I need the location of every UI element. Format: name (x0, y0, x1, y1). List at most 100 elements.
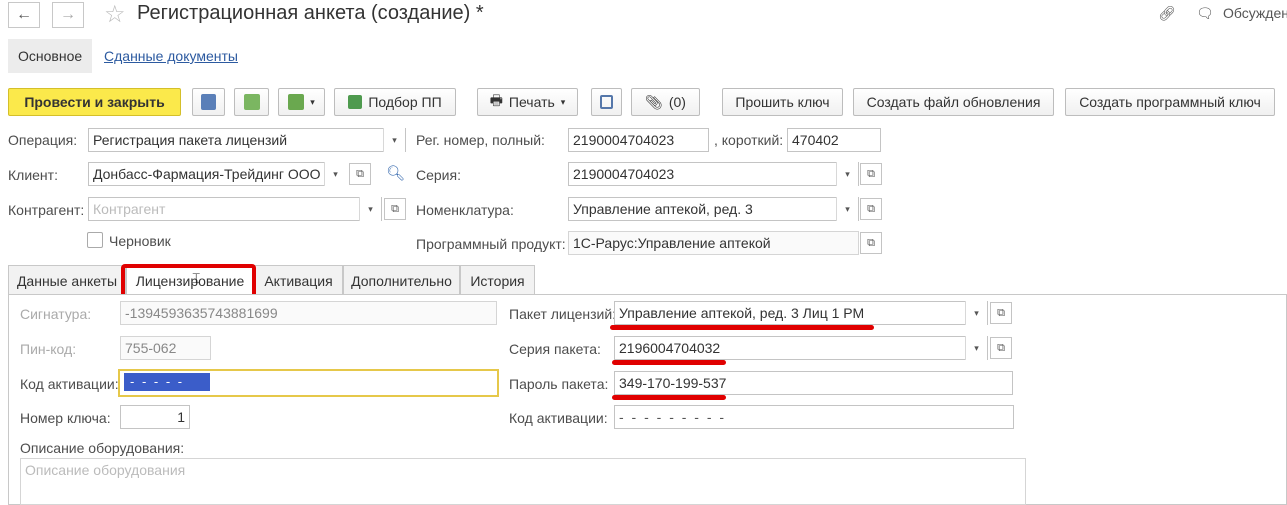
package-series-value: 2196004704032 (619, 340, 721, 356)
package-series-open-button[interactable]: ⧉ (990, 337, 1012, 359)
structure-button[interactable] (591, 88, 622, 116)
open-copy-icon: ⧉ (356, 167, 364, 180)
operation-field[interactable]: Регистрация пакета лицензий (88, 128, 406, 152)
client-value: Донбасс-Фармация-Трейдинг ООО (93, 166, 321, 182)
activation-code-label: Код активации: (20, 376, 119, 392)
attachments-button[interactable]: 📎︎ (0) (631, 88, 700, 116)
search-icon[interactable]: 🔍︎ (386, 164, 405, 182)
flash-key-button[interactable]: Прошить ключ (722, 88, 843, 116)
hierarchy-icon (600, 95, 613, 109)
draft-checkbox[interactable] (87, 232, 103, 248)
tab-highlight-frame (121, 264, 256, 298)
series-dropdown[interactable]: ▾ (836, 162, 858, 186)
package-field[interactable]: Управление аптекой, ред. 3 Лиц 1 РМ (614, 301, 988, 325)
chevron-down-icon: ▾ (368, 203, 373, 214)
reg-short-label: , короткий: (714, 132, 784, 148)
print-label: Печать (508, 94, 555, 110)
tab-additional[interactable]: Дополнительно (343, 265, 460, 295)
open-copy-icon: ⧉ (867, 202, 875, 215)
favorite-star-icon[interactable]: ☆ (104, 0, 126, 29)
contractor-open-button[interactable]: ⧉ (384, 198, 406, 220)
pick-icon (348, 95, 363, 109)
package-dropdown[interactable]: ▾ (965, 301, 987, 325)
discussion-label[interactable]: Обсужден (1223, 5, 1287, 21)
tab-activation[interactable]: Активация (254, 265, 343, 295)
reg-short-value: 470402 (792, 132, 839, 148)
equipment-placeholder: Описание оборудования (25, 462, 186, 478)
link-icon[interactable]: 🔗︎ (1158, 5, 1176, 22)
activation-code2-field[interactable]: - - - - - - - - - (614, 405, 1014, 429)
reg-full-value: 2190004704023 (573, 132, 675, 148)
reg-short-field[interactable]: 470402 (787, 128, 881, 152)
package-password-field[interactable]: 349-170-199-537 (614, 371, 1013, 395)
forward-button[interactable]: → (52, 2, 84, 28)
key-number-label: Номер ключа: (20, 410, 111, 426)
nomenclature-label: Номенклатура: (416, 202, 514, 218)
floppy-disk-icon (201, 94, 216, 110)
post-and-close-button[interactable]: Провести и закрыть (8, 88, 181, 116)
package-series-dropdown[interactable]: ▾ (965, 336, 987, 360)
nomenclature-value: Управление аптекой, ред. 3 (573, 201, 753, 217)
package-password-underline-annotation (612, 395, 726, 400)
nomenclature-field[interactable]: Управление аптекой, ред. 3 (568, 197, 859, 221)
create-update-file-button[interactable]: Создать файл обновления (853, 88, 1054, 116)
package-open-button[interactable]: ⧉ (990, 302, 1012, 324)
open-copy-icon: ⧉ (997, 341, 1005, 354)
section-tab-submitted-docs[interactable]: Сданные документы (104, 39, 238, 73)
back-button[interactable]: ← (8, 2, 40, 28)
package-password-label: Пароль пакета: (509, 376, 609, 392)
chevron-down-icon: ▾ (333, 168, 338, 179)
series-open-button[interactable]: ⧉ (860, 163, 882, 185)
print-button[interactable]: 🖶︎ Печать ▾ (477, 88, 578, 116)
printer-icon: 🖶︎ (489, 92, 503, 108)
product-open-button[interactable]: ⧉ (860, 232, 882, 254)
client-dropdown[interactable]: ▾ (324, 162, 346, 186)
package-series-field[interactable]: 2196004704032 (614, 336, 988, 360)
chevron-down-icon: ▾ (845, 168, 850, 179)
activation-code-value: - - - - - (124, 373, 210, 391)
product-label: Программный продукт: (416, 236, 566, 252)
signature-value: -1394593635743881699 (125, 305, 278, 321)
create-based-on-button[interactable]: ▾ (278, 88, 325, 116)
create-based-icon (288, 94, 305, 110)
series-field[interactable]: 2190004704023 (568, 162, 859, 186)
window-title: Регистрационная анкета (создание) * (137, 2, 484, 24)
pin-value: 755-062 (125, 340, 177, 356)
pin-label: Пин-код: (20, 341, 77, 357)
discussion-icon[interactable]: 🗨︎ (1196, 5, 1214, 22)
chevron-down-icon: ▾ (392, 134, 397, 145)
pick-pp-label: Подбор ПП (368, 94, 442, 110)
tab-history[interactable]: История (460, 265, 535, 295)
create-program-key-button[interactable]: Создать программный ключ (1065, 88, 1275, 116)
attachments-count: (0) (668, 94, 686, 110)
arrow-right-icon: → (60, 6, 76, 23)
paperclip-icon: 📎︎ (645, 93, 663, 110)
client-open-button[interactable]: ⧉ (349, 163, 371, 185)
pin-field: 755-062 (120, 336, 211, 360)
key-number-field[interactable]: 1 (120, 405, 190, 429)
pick-pp-button[interactable]: Подбор ПП (334, 88, 456, 116)
chevron-down-icon: ▾ (974, 307, 979, 318)
operation-label: Операция: (8, 132, 78, 148)
section-tab-main[interactable]: Основное (8, 39, 93, 73)
activation-code2-label: Код активации: (509, 410, 608, 426)
reg-full-field[interactable]: 2190004704023 (568, 128, 709, 152)
save-button[interactable] (192, 88, 225, 116)
contractor-placeholder: Контрагент (93, 201, 166, 217)
nomenclature-open-button[interactable]: ⧉ (860, 198, 882, 220)
contractor-dropdown[interactable]: ▾ (359, 197, 381, 221)
package-label: Пакет лицензий: (509, 306, 617, 322)
tab-form-data[interactable]: Данные анкеты (8, 265, 126, 295)
post-document-icon (243, 94, 260, 110)
contractor-field[interactable]: Контрагент (88, 197, 382, 221)
chevron-down-icon: ▾ (974, 342, 979, 353)
post-button[interactable] (234, 88, 269, 116)
operation-dropdown[interactable]: ▾ (383, 128, 405, 152)
dropdown-arrow-icon: ▾ (560, 96, 566, 107)
nomenclature-dropdown[interactable]: ▾ (836, 197, 858, 221)
equipment-textarea[interactable]: Описание оборудования (20, 458, 1026, 505)
client-field[interactable]: Донбасс-Фармация-Трейдинг ООО (88, 162, 346, 186)
mouse-cursor-icon: ⌶ (192, 270, 201, 286)
equipment-label: Описание оборудования: (20, 440, 185, 456)
open-copy-icon: ⧉ (867, 167, 875, 180)
